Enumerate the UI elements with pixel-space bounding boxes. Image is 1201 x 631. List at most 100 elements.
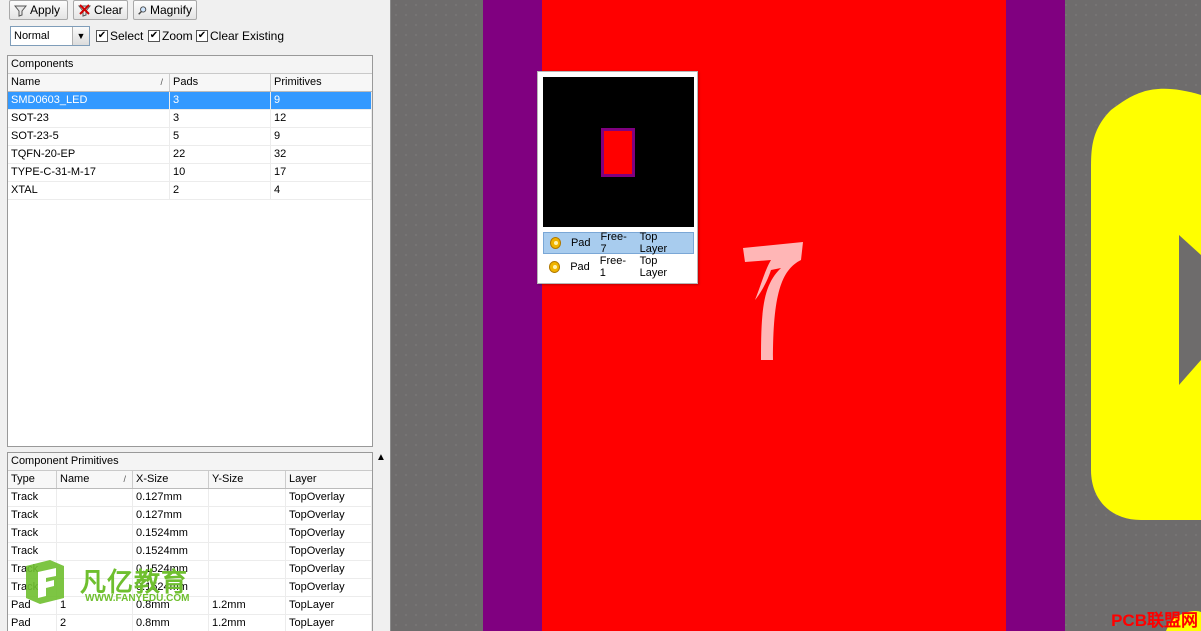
cell-pads: 3	[170, 92, 271, 109]
cell-type: Track	[8, 525, 57, 542]
cell-primitives: 17	[271, 164, 372, 181]
overlay-outline-shape	[1091, 88, 1201, 631]
pick-item-layer: Top Layer	[639, 255, 668, 279]
cell-ysize	[209, 525, 286, 542]
cell-ysize	[209, 489, 286, 506]
pad-icon	[550, 237, 561, 249]
cell-primitives: 9	[271, 92, 372, 109]
table-row[interactable]: SOT-23 3 12	[8, 110, 372, 128]
pad-icon	[549, 261, 561, 273]
cell-ysize: 1.2mm	[209, 615, 286, 631]
clear-existing-checkbox[interactable]: ✔ Clear Existing	[196, 29, 284, 43]
apply-label: Apply	[30, 3, 61, 17]
cell-layer: TopOverlay	[286, 543, 372, 560]
pick-item-net: Free-7	[600, 231, 627, 255]
cell-name	[57, 525, 133, 542]
table-row[interactable]: SOT-23-5 5 9	[8, 128, 372, 146]
column-header-primitives[interactable]: Primitives	[271, 74, 372, 91]
table-row[interactable]: Track 0.1524mm TopOverlay	[8, 525, 372, 543]
table-row[interactable]: SMD0603_LED 3 9	[8, 92, 372, 110]
column-header-type[interactable]: Type	[8, 471, 57, 488]
cell-layer: TopLayer	[286, 615, 372, 631]
cell-name: SOT-23	[8, 110, 170, 127]
checkmark-icon[interactable]: ✔	[96, 30, 108, 42]
table-row[interactable]: Track 0.127mm TopOverlay	[8, 507, 372, 525]
cell-layer: TopOverlay	[286, 489, 372, 506]
cell-primitives: 12	[271, 110, 372, 127]
pcb-filter-panel: Apply Clear Magnify Normal ▼ ✔ Select ✔ …	[0, 0, 391, 631]
column-header-xsize[interactable]: X-Size	[133, 471, 209, 488]
clear-filter-icon	[78, 3, 91, 17]
column-header-name[interactable]: Name /	[8, 74, 170, 91]
cell-xsize: 0.127mm	[133, 507, 209, 524]
cell-name: TYPE-C-31-M-17	[8, 164, 170, 181]
pick-item-kind: Pad	[570, 237, 591, 249]
chevron-down-icon[interactable]: ▼	[72, 27, 89, 45]
mask-mode-select[interactable]: Normal ▼	[10, 26, 90, 46]
cell-name	[57, 507, 133, 524]
cell-type: Track	[8, 507, 57, 524]
primitives-title: Component Primitives	[8, 453, 372, 471]
clear-button[interactable]: Clear	[73, 0, 128, 20]
zoom-checkbox[interactable]: ✔ Zoom	[148, 29, 193, 43]
components-title: Components	[8, 56, 372, 74]
cell-pads: 22	[170, 146, 271, 163]
components-grid: Components Name / Pads Primitives SMD060…	[7, 55, 373, 447]
select-checkbox[interactable]: ✔ Select	[96, 29, 143, 43]
table-row[interactable]: XTAL 2 4	[8, 182, 372, 200]
checkmark-icon[interactable]: ✔	[148, 30, 160, 42]
cell-primitives: 32	[271, 146, 372, 163]
cell-xsize: 0.1524mm	[133, 525, 209, 542]
cell-pads: 2	[170, 182, 271, 199]
preview-pad-copper	[604, 131, 632, 174]
cell-layer: TopLayer	[286, 597, 372, 614]
mask-mode-value: Normal	[14, 30, 50, 42]
funnel-icon	[14, 5, 27, 17]
cell-ysize	[209, 561, 286, 578]
cell-type: Track	[8, 489, 57, 506]
pcb-canvas[interactable]: PCB联盟网	[391, 0, 1201, 631]
cell-ysize: 1.2mm	[209, 597, 286, 614]
column-header-ysize[interactable]: Y-Size	[209, 471, 286, 488]
cell-pads: 5	[170, 128, 271, 145]
table-row[interactable]: Track 0.127mm TopOverlay	[8, 489, 372, 507]
cell-ysize	[209, 507, 286, 524]
checkmark-icon[interactable]: ✔	[196, 30, 208, 42]
sort-indicator-icon: /	[160, 77, 163, 87]
cell-pads: 10	[170, 164, 271, 181]
cell-layer: TopOverlay	[286, 579, 372, 596]
object-pick-popup[interactable]: Pad Free-7 Top Layer Pad Free-1 Top Laye…	[537, 71, 698, 284]
apply-button[interactable]: Apply	[9, 0, 68, 20]
cell-name: SOT-23-5	[8, 128, 170, 145]
cell-type: Pad	[8, 615, 57, 631]
column-header-name[interactable]: Name /	[57, 471, 133, 488]
preview-pad-mask	[601, 128, 635, 177]
fanyedu-logo-icon	[26, 560, 64, 604]
cell-layer: TopOverlay	[286, 525, 372, 542]
table-row[interactable]: Pad 2 0.8mm 1.2mm TopLayer	[8, 615, 372, 631]
table-row[interactable]: TYPE-C-31-M-17 10 17	[8, 164, 372, 182]
sort-indicator-icon: /	[123, 474, 126, 484]
cell-layer: TopOverlay	[286, 507, 372, 524]
pick-item[interactable]: Pad Free-1 Top Layer	[543, 255, 694, 279]
components-header: Name / Pads Primitives	[8, 74, 372, 92]
table-row[interactable]: TQFN-20-EP 22 32	[8, 146, 372, 164]
cell-primitives: 4	[271, 182, 372, 199]
cell-layer: TopOverlay	[286, 561, 372, 578]
pcb-lianmeng-logo: PCB联盟网	[1111, 611, 1198, 630]
components-body: SMD0603_LED 3 9 SOT-23 3 12 SOT-23-5 5 9…	[8, 92, 372, 200]
column-header-layer[interactable]: Layer	[286, 471, 372, 488]
scroll-up-arrow-icon[interactable]: ▲	[374, 451, 388, 465]
cell-primitives: 9	[271, 128, 372, 145]
cell-ysize	[209, 543, 286, 560]
cell-name: TQFN-20-EP	[8, 146, 170, 163]
column-header-pads[interactable]: Pads	[170, 74, 271, 91]
select-label: Select	[110, 29, 144, 43]
magnify-button[interactable]: Magnify	[133, 0, 197, 20]
cell-pads: 3	[170, 110, 271, 127]
cell-ysize	[209, 579, 286, 596]
pick-item[interactable]: Pad Free-7 Top Layer	[543, 231, 694, 255]
cell-name: XTAL	[8, 182, 170, 199]
magnifier-icon	[138, 5, 147, 15]
cursor-arrow-icon	[743, 242, 803, 360]
